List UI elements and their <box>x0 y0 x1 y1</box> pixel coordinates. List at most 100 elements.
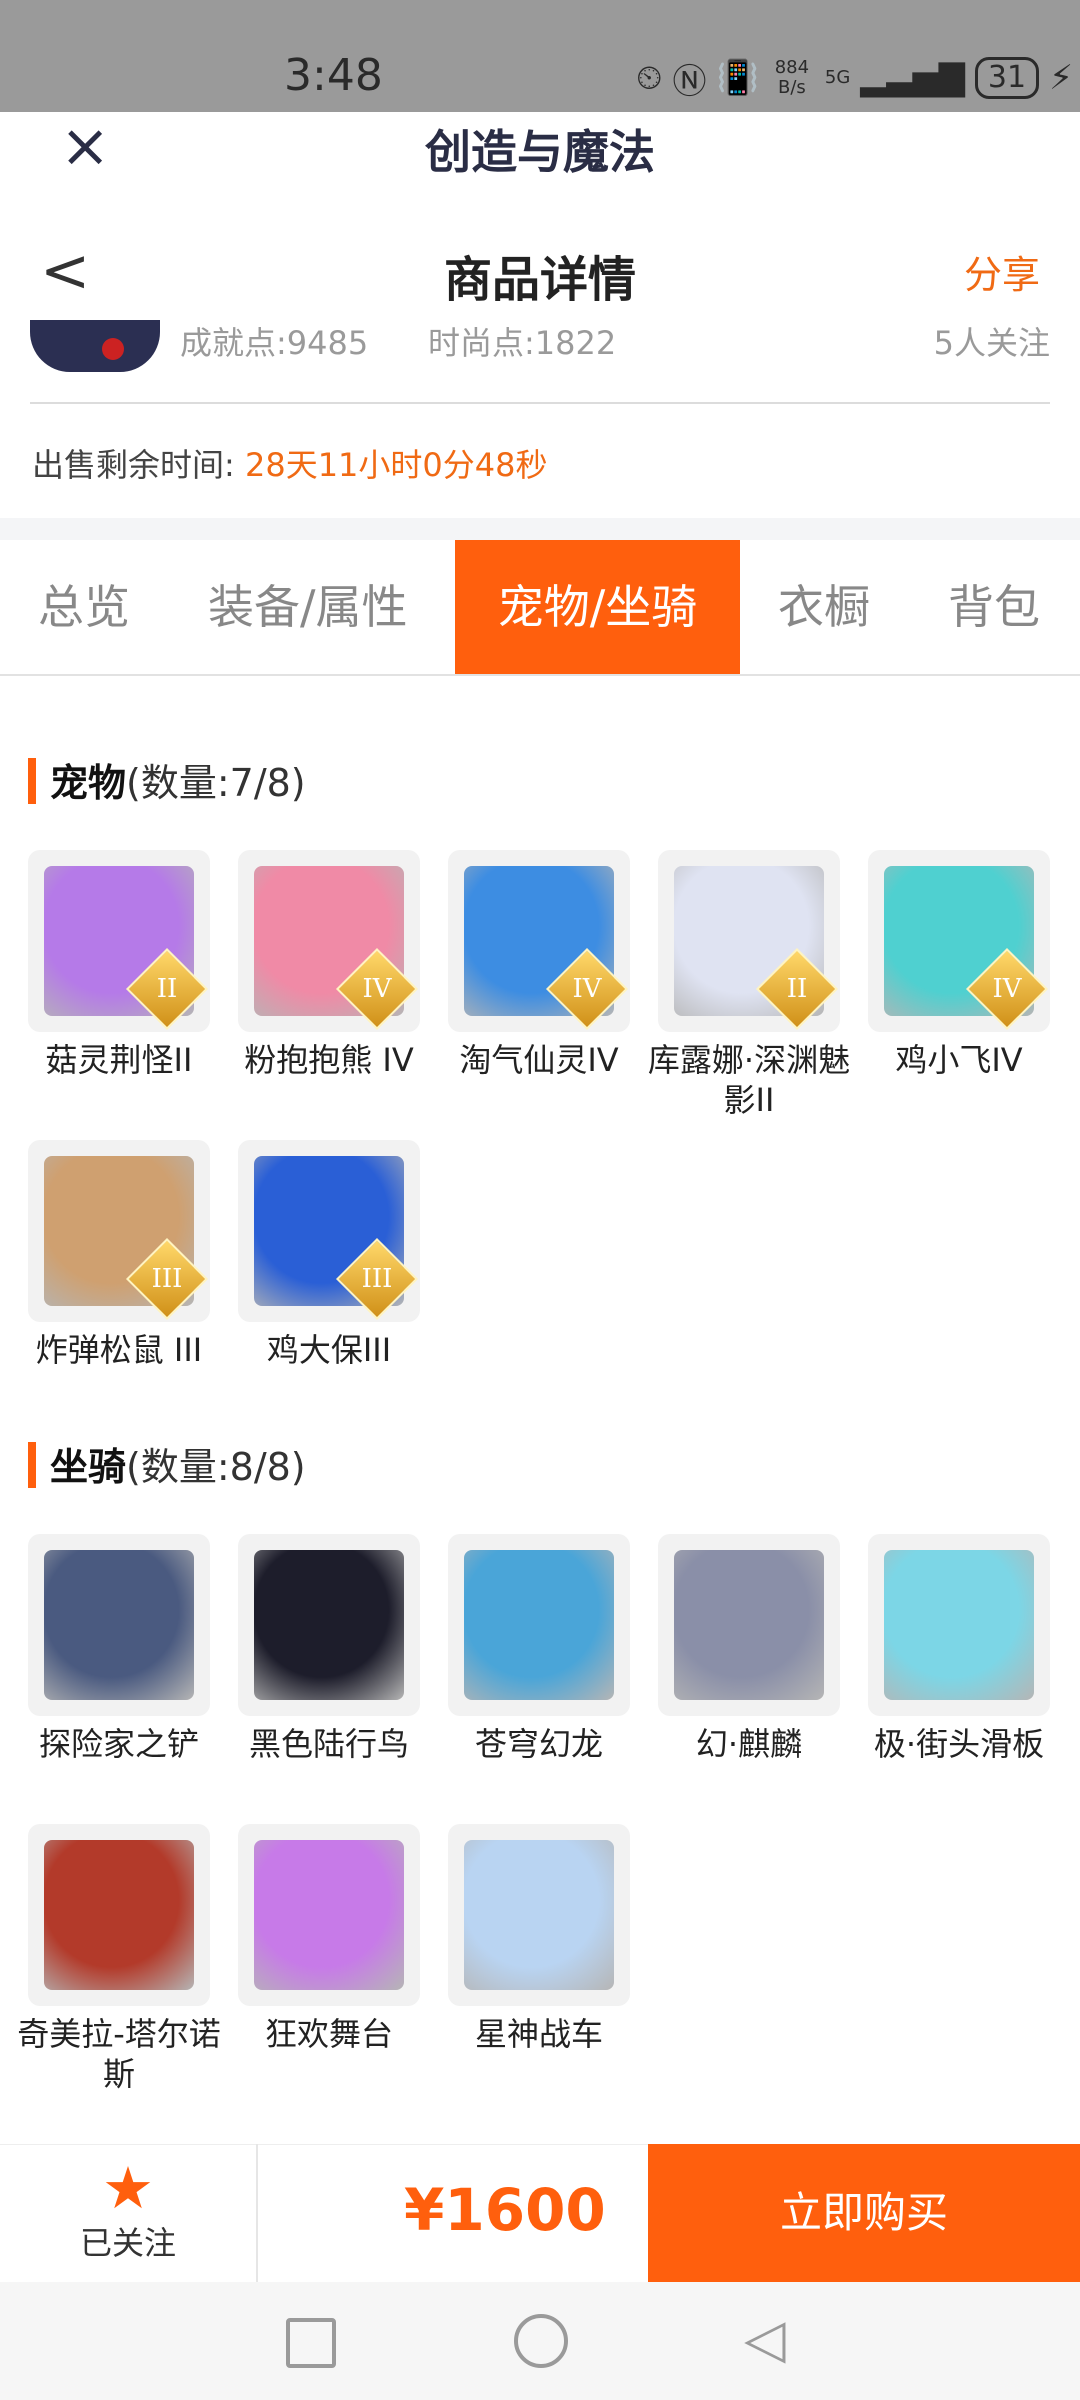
pet-name: 鸡大保III <box>266 1331 392 1369</box>
home-icon[interactable] <box>514 2314 568 2368</box>
star-icon: ★ <box>102 2154 154 2222</box>
mount-art <box>44 1840 194 1990</box>
section-gap <box>0 518 1080 540</box>
mount-qilin-icon <box>658 1534 840 1716</box>
mount-star-chariot-icon <box>448 1824 630 2006</box>
tab-backpack[interactable]: 背包 <box>948 540 1040 674</box>
mount-card[interactable]: 苍穹幻龙 <box>448 1534 630 1764</box>
pets-section-title: 宠物(数量:7/8) <box>28 752 306 807</box>
mount-art <box>464 1840 614 1990</box>
buy-now-button[interactable]: 立即购买 <box>648 2144 1080 2282</box>
pet-name: 菇灵荆怪II <box>45 1041 193 1079</box>
mount-chimera-icon <box>28 1824 210 2006</box>
rank-badge-text: II <box>786 974 808 1004</box>
rank-badge-text: IV <box>572 974 602 1004</box>
mount-art <box>884 1550 1034 1700</box>
pet-card[interactable]: II 库露娜·深渊魅影II <box>648 850 850 1120</box>
signal-label: 5G <box>824 67 851 88</box>
fashion-points: 时尚点:1822 <box>428 324 617 358</box>
mount-card[interactable]: 极·街头滑板 <box>868 1534 1050 1764</box>
mount-name: 极·街头滑板 <box>873 1725 1045 1763</box>
mount-skateboard-icon <box>868 1534 1050 1716</box>
avatar <box>30 320 160 372</box>
section-accent-bar <box>28 758 36 804</box>
mount-carnival-stage-icon <box>238 1824 420 2006</box>
mounts-title: 坐骑 <box>50 1445 127 1489</box>
nfc-icon: Ⓝ <box>672 61 707 102</box>
tab-overview[interactable]: 总览 <box>38 540 130 674</box>
mount-card[interactable]: 奇美拉-塔尔诺斯 <box>17 1824 221 2094</box>
mount-sky-dragon-icon <box>448 1534 630 1716</box>
pet-pink-bear-icon: IV <box>238 850 420 1032</box>
mount-name: 星神战车 <box>474 2015 603 2053</box>
tab-pets-mounts[interactable]: 宠物/坐骑 <box>455 540 740 674</box>
vibrate-icon: 📳 <box>716 58 759 98</box>
tab-wardrobe[interactable]: 衣橱 <box>778 540 870 674</box>
mount-name: 奇美拉-塔尔诺斯 <box>17 2015 221 2093</box>
charging-icon: ⚡ <box>1049 58 1073 98</box>
mounts-count: (数量:8/8) <box>126 1445 306 1489</box>
mount-card[interactable]: 黑色陆行鸟 <box>238 1534 420 1764</box>
pet-card[interactable]: IV 鸡小飞IV <box>868 850 1050 1080</box>
pet-name: 鸡小飞IV <box>895 1041 1023 1079</box>
remaining-time-label: 出售剩余时间: <box>32 446 235 484</box>
pets-count: (数量:7/8) <box>126 761 306 805</box>
battery-level: 31 <box>974 57 1040 99</box>
avatar-dot <box>102 338 124 360</box>
rank-badge-text: IV <box>362 974 392 1004</box>
mount-art <box>44 1550 194 1700</box>
pet-card[interactable]: III 炸弹松鼠 III <box>28 1140 210 1370</box>
pet-blue-bird-icon: III <box>238 1140 420 1322</box>
mount-art <box>674 1550 824 1700</box>
tab-bar: 总览 装备/属性 宠物/坐骑 衣橱 背包 <box>0 540 1080 676</box>
share-button[interactable]: 分享 <box>964 244 1040 299</box>
pet-blue-dog-icon: IV <box>448 850 630 1032</box>
pet-card[interactable]: III 鸡大保III <box>238 1140 420 1370</box>
rank-badge-text: II <box>156 974 178 1004</box>
pet-card[interactable]: II 菇灵荆怪II <box>28 850 210 1080</box>
mount-black-bird-icon <box>238 1534 420 1716</box>
pet-mushroom-fairy-icon: II <box>28 850 210 1032</box>
mount-shovel-icon <box>28 1534 210 1716</box>
mount-name: 探险家之铲 <box>38 1725 199 1763</box>
price: ¥1600 <box>404 2176 606 2244</box>
mount-art <box>254 1550 404 1700</box>
tab-equipment[interactable]: 装备/属性 <box>208 540 408 674</box>
follow-button[interactable]: ★ 已关注 <box>0 2144 256 2282</box>
pet-teal-chick-icon: IV <box>868 850 1050 1032</box>
pet-white-spirit-icon: II <box>658 850 840 1032</box>
divider <box>30 402 1050 404</box>
mount-card[interactable]: 探险家之铲 <box>28 1534 210 1764</box>
app-title: 创造与魔法 <box>425 125 655 179</box>
mount-art <box>254 1840 404 1990</box>
rank-badge-text: III <box>361 1264 393 1294</box>
pet-name: 淘气仙灵IV <box>459 1041 619 1079</box>
status-time: 3:48 <box>284 50 383 101</box>
back-nav-icon[interactable]: ◁ <box>744 2312 786 2366</box>
divider <box>256 2144 258 2282</box>
pet-card[interactable]: IV 粉抱抱熊 IV <box>238 850 420 1080</box>
follow-label: 已关注 <box>79 2224 176 2262</box>
remaining-time: 出售剩余时间: 28天11小时0分48秒 <box>32 440 548 486</box>
pet-name: 库露娜·深渊魅影II <box>647 1041 851 1119</box>
pet-squirrel-icon: III <box>28 1140 210 1322</box>
rank-badge-text: III <box>151 1264 183 1294</box>
pet-name: 炸弹松鼠 III <box>35 1331 203 1369</box>
followers-count: 5人关注 <box>933 324 1050 358</box>
signal-icon: ▂▃▅▇ <box>860 58 965 98</box>
mount-name: 狂欢舞台 <box>264 2015 393 2053</box>
speedometer-icon: ⏲ <box>636 58 663 98</box>
remaining-time-value: 28天11小时0分48秒 <box>244 446 548 484</box>
achievement-points: 成就点:9485 <box>180 324 369 358</box>
pet-name: 粉抱抱熊 IV <box>244 1041 414 1079</box>
mount-name: 幻·麒麟 <box>695 1725 803 1763</box>
mount-card[interactable]: 幻·麒麟 <box>658 1534 840 1764</box>
pet-card[interactable]: IV 淘气仙灵IV <box>448 850 630 1080</box>
recent-apps-icon[interactable] <box>286 2318 336 2368</box>
mount-card[interactable]: 星神战车 <box>448 1824 630 2054</box>
status-icons: ⏲ Ⓝ 📳 884 B/s 5G ▂▃▅▇ 31 ⚡ <box>636 52 1073 104</box>
mount-name: 黑色陆行鸟 <box>248 1725 409 1763</box>
rank-badge-text: IV <box>992 974 1022 1004</box>
net-speed: 884 B/s <box>774 57 810 98</box>
mount-card[interactable]: 狂欢舞台 <box>238 1824 420 2054</box>
